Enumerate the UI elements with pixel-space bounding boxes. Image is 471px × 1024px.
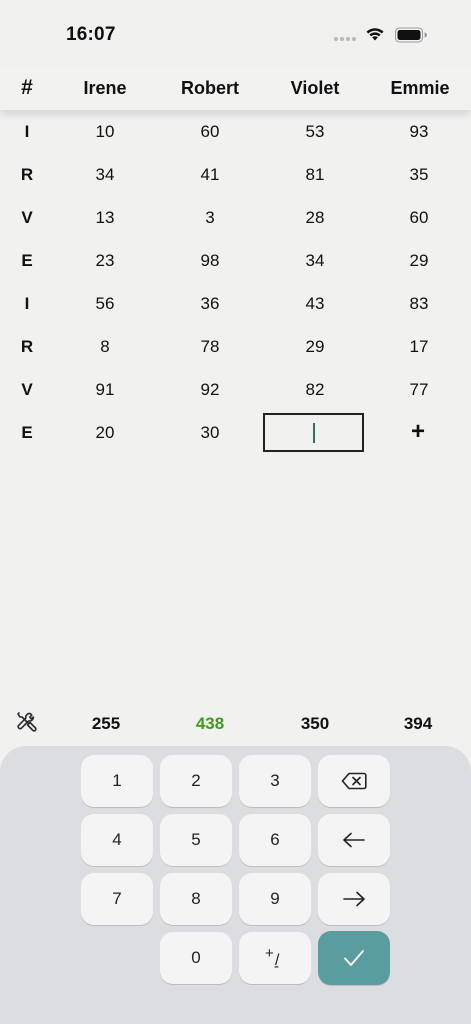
score-cell[interactable]: 23 xyxy=(96,251,115,271)
arrow-left-icon xyxy=(343,832,365,848)
key-7[interactable]: 7 xyxy=(81,873,153,925)
row-label: E xyxy=(21,251,33,270)
number-keypad: 1 2 3 4 5 6 7 8 9 0 + / - xyxy=(0,746,471,1024)
score-cell[interactable]: 3 xyxy=(205,208,214,228)
total-score: 255 xyxy=(91,714,121,733)
score-cell[interactable]: 29 xyxy=(410,251,429,271)
score-cell[interactable]: 20 xyxy=(96,423,115,443)
text-caret xyxy=(313,423,315,443)
score-cell[interactable]: 35 xyxy=(410,165,429,185)
column-header-player[interactable]: Irene xyxy=(83,78,126,99)
score-cell[interactable]: 30 xyxy=(201,423,220,443)
score-cell[interactable]: 60 xyxy=(201,122,220,142)
score-cell[interactable]: 53 xyxy=(306,122,325,142)
totals-row: 255 438 350 394 xyxy=(0,706,471,742)
row-label: E xyxy=(21,423,33,442)
score-cell[interactable]: 82 xyxy=(306,380,325,400)
score-cell[interactable]: 29 xyxy=(306,337,325,357)
backspace-icon xyxy=(341,772,367,790)
score-cell[interactable]: 81 xyxy=(306,165,325,185)
table-row: R 34 41 81 35 xyxy=(0,153,471,196)
table-row: I 56 36 43 83 xyxy=(0,282,471,325)
row-label: I xyxy=(24,122,30,141)
table-row: R 8 78 29 17 xyxy=(0,325,471,368)
previous-cell-button[interactable] xyxy=(318,814,390,866)
row-label: R xyxy=(20,165,34,184)
checkmark-icon xyxy=(344,950,364,966)
next-cell-button[interactable] xyxy=(318,873,390,925)
row-label: V xyxy=(21,380,33,399)
column-header-player[interactable]: Violet xyxy=(291,78,340,99)
backspace-button[interactable] xyxy=(318,755,390,807)
score-cell[interactable]: 78 xyxy=(201,337,220,357)
active-score-input[interactable] xyxy=(263,413,364,452)
table-row: E 23 98 34 29 xyxy=(0,239,471,282)
table-header: # Irene Robert Violet Emmie xyxy=(0,66,471,110)
key-8[interactable]: 8 xyxy=(160,873,232,925)
score-cell[interactable]: 8 xyxy=(100,337,109,357)
cellular-dots-icon xyxy=(334,37,356,41)
key-9[interactable]: 9 xyxy=(239,873,311,925)
arrow-right-icon xyxy=(343,891,365,907)
score-cell[interactable]: 83 xyxy=(410,294,429,314)
key-5[interactable]: 5 xyxy=(160,814,232,866)
plus-minus-label: + / - xyxy=(265,945,280,975)
table-row: V 91 92 82 77 xyxy=(0,368,471,411)
table-row: V 13 3 28 60 xyxy=(0,196,471,239)
key-1[interactable]: 1 xyxy=(81,755,153,807)
score-cell[interactable]: 98 xyxy=(201,251,220,271)
total-score: 394 xyxy=(403,714,433,733)
tools-icon[interactable] xyxy=(15,710,39,734)
wifi-icon xyxy=(366,28,384,41)
score-cell[interactable]: 17 xyxy=(410,337,429,357)
score-cell[interactable]: 34 xyxy=(306,251,325,271)
score-cell[interactable]: 60 xyxy=(410,208,429,228)
table-row: I 10 60 53 93 xyxy=(0,110,471,153)
score-cell[interactable]: 41 xyxy=(201,165,220,185)
score-cell[interactable]: 34 xyxy=(96,165,115,185)
confirm-button[interactable] xyxy=(318,931,390,985)
key-0[interactable]: 0 xyxy=(160,932,232,984)
score-cell[interactable]: 56 xyxy=(96,294,115,314)
row-label: V xyxy=(21,208,33,227)
status-bar: 16:07 xyxy=(0,0,471,66)
add-score-button[interactable]: + xyxy=(411,420,425,444)
table-row: E 20 30 xyxy=(0,411,471,454)
battery-icon xyxy=(395,27,427,43)
score-cell[interactable]: 36 xyxy=(201,294,220,314)
column-header-number: # xyxy=(21,76,33,99)
score-cell[interactable]: 43 xyxy=(306,294,325,314)
score-cell[interactable]: 77 xyxy=(410,380,429,400)
score-cell[interactable]: 13 xyxy=(96,208,115,228)
status-time: 16:07 xyxy=(66,24,116,45)
score-cell[interactable]: 91 xyxy=(96,380,115,400)
score-cell[interactable]: 93 xyxy=(410,122,429,142)
row-label: I xyxy=(24,294,30,313)
total-score-leader: 438 xyxy=(195,714,225,733)
score-cell[interactable]: 10 xyxy=(96,122,115,142)
total-score: 350 xyxy=(300,714,330,733)
score-cell[interactable]: 28 xyxy=(306,208,325,228)
plus-minus-button[interactable]: + / - xyxy=(239,932,311,984)
key-6[interactable]: 6 xyxy=(239,814,311,866)
key-4[interactable]: 4 xyxy=(81,814,153,866)
score-cell[interactable]: 92 xyxy=(201,380,220,400)
key-2[interactable]: 2 xyxy=(160,755,232,807)
column-header-player[interactable]: Emmie xyxy=(390,78,449,99)
key-3[interactable]: 3 xyxy=(239,755,311,807)
row-label: R xyxy=(20,337,34,356)
column-header-player[interactable]: Robert xyxy=(181,78,239,99)
